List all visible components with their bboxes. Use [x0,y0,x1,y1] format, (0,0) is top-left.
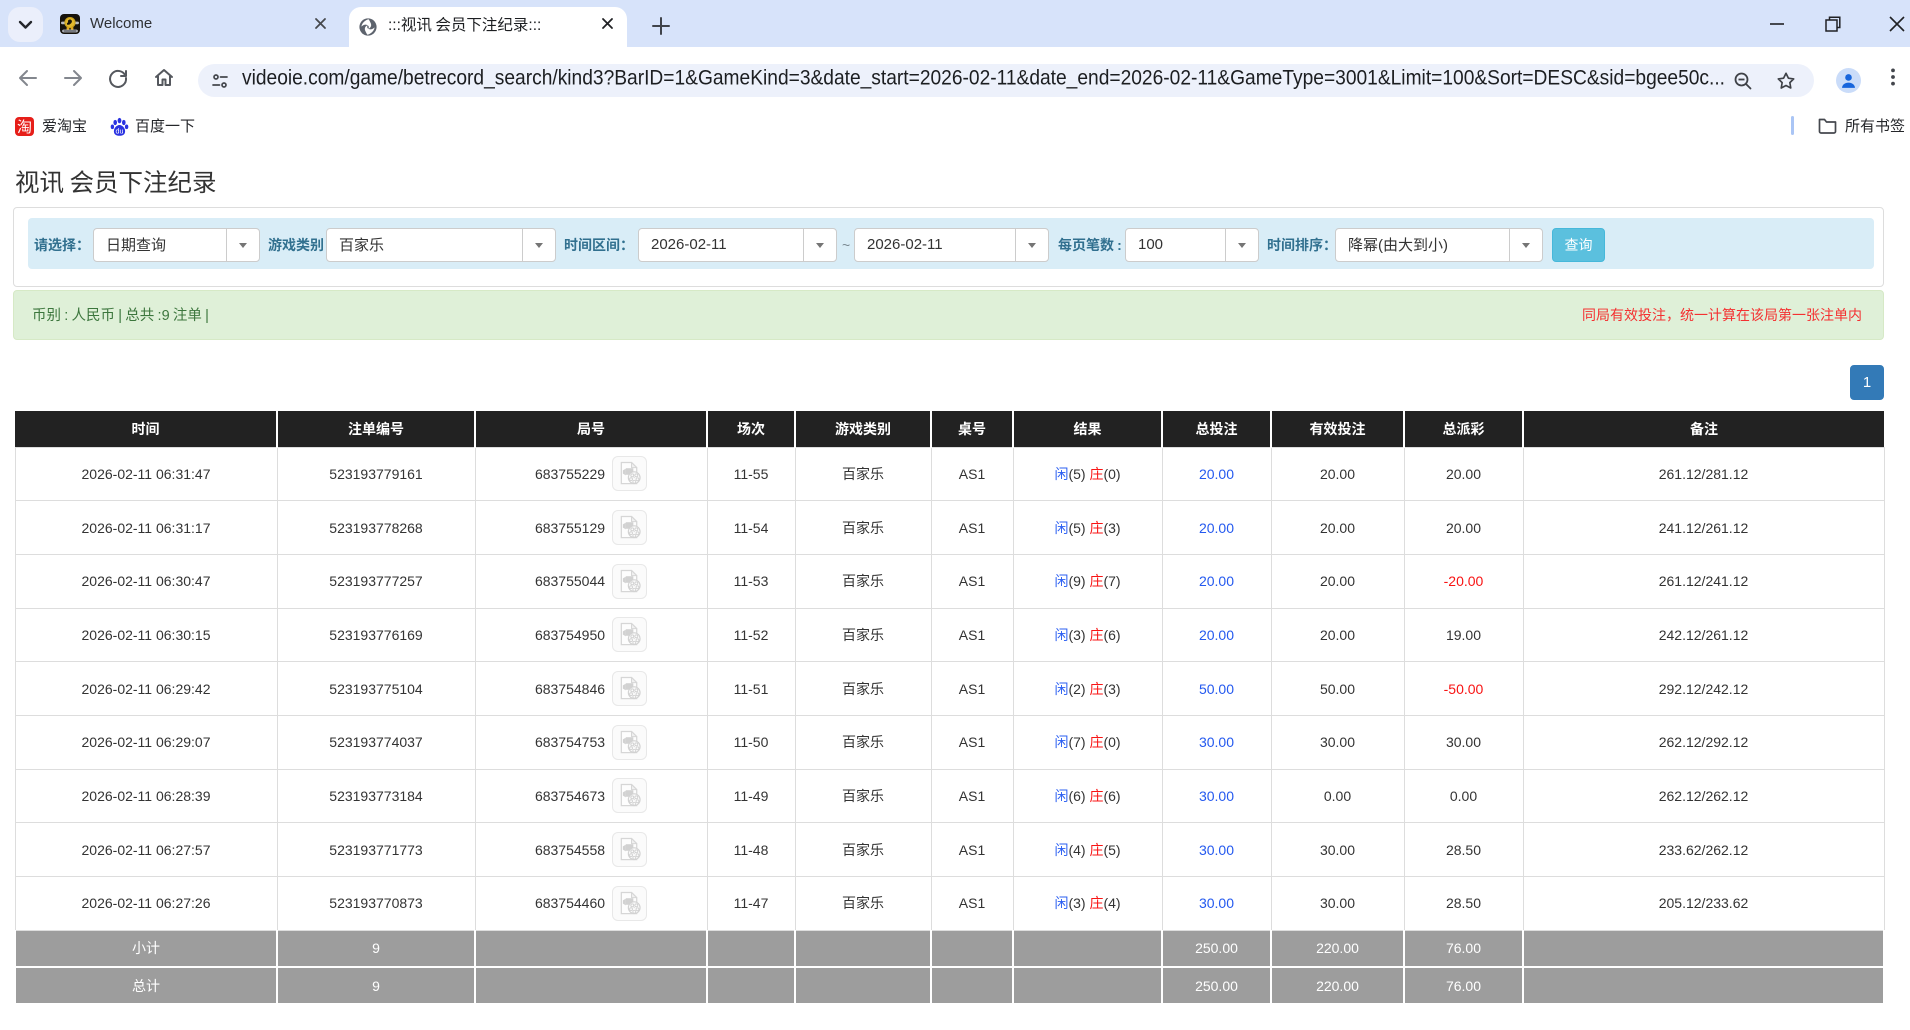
svg-text:du: du [116,126,124,135]
